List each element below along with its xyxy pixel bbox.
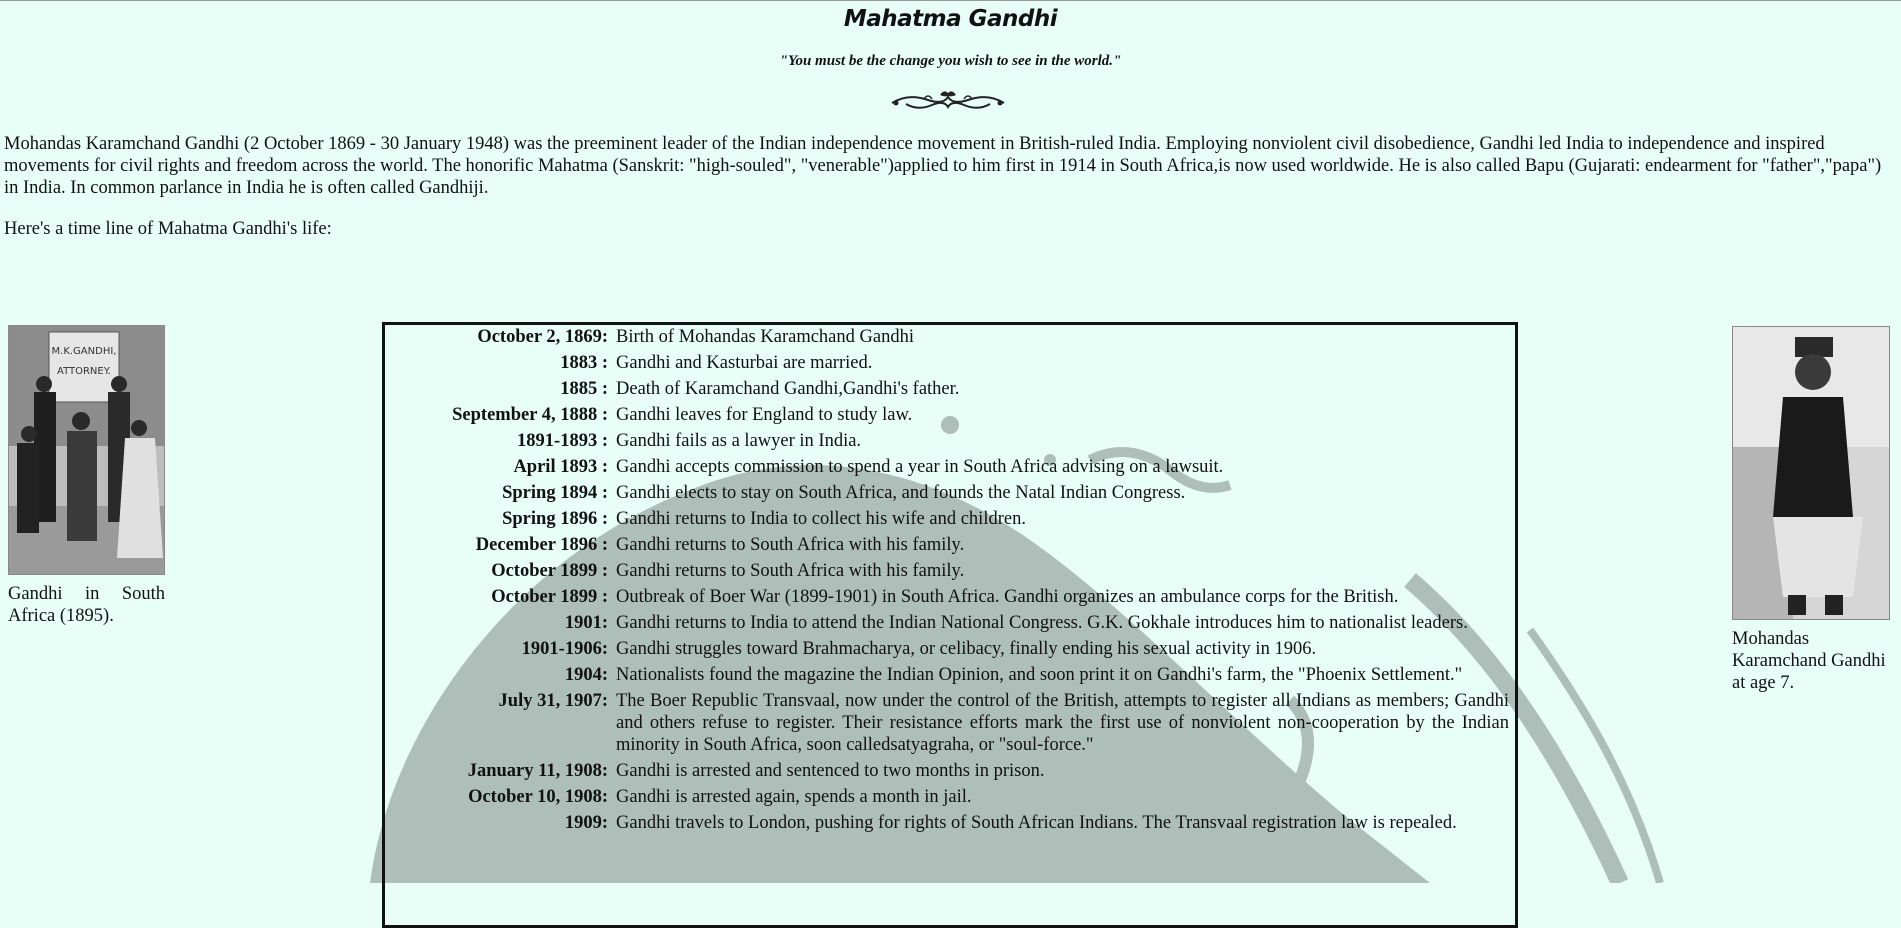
timeline-event: Gandhi and Kasturbai are married. bbox=[616, 353, 873, 373]
intro-paragraph: Mohandas Karamchand Gandhi (2 October 18… bbox=[4, 134, 1882, 198]
timeline-date: 1891-1893 : bbox=[517, 431, 608, 451]
top-border-line bbox=[0, 0, 1901, 1]
timeline-date: December 1896 : bbox=[475, 535, 608, 555]
caption-left: Gandhi in South Africa (1895). bbox=[8, 584, 165, 626]
timeline-date: 1901-1906: bbox=[521, 639, 608, 659]
timeline-event: Gandhi returns to India to collect his w… bbox=[616, 509, 1026, 529]
photo-gandhi-age-seven bbox=[1732, 326, 1890, 620]
timeline-event: Gandhi accepts commission to spend a yea… bbox=[616, 457, 1224, 477]
sign-line-1: M.K.GANDHI, bbox=[52, 346, 117, 357]
ornamental-flourish-icon bbox=[891, 91, 1005, 110]
timeline-date: Spring 1894 : bbox=[502, 483, 608, 503]
timeline-event: Outbreak of Boer War (1899-1901) in Sout… bbox=[616, 587, 1399, 607]
figure-gandhi-age-seven: Mohandas Karamchand Gandhi at age 7. bbox=[1732, 326, 1890, 694]
timeline-date: October 1899 : bbox=[491, 561, 608, 581]
timeline-date: Spring 1896 : bbox=[502, 509, 608, 529]
timeline-row: October 10, 1908: Gandhi is arrested agai… bbox=[385, 785, 1515, 811]
figure-gandhi-south-africa: M.K.GANDHI, ATTORNEY. Gandhi in South Af… bbox=[8, 325, 165, 627]
timeline-date: 1883 : bbox=[560, 353, 608, 373]
timeline-event: Gandhi returns to India to attend the In… bbox=[616, 613, 1468, 633]
page-quote: "You must be the change you wish to see … bbox=[779, 53, 1122, 69]
timeline-row: 1909: Gandhi travels to London, pushing f… bbox=[385, 811, 1515, 837]
timeline-date: 1909: bbox=[564, 813, 608, 833]
timeline-table: October 2, 1869: Birth of Mohandas Karamc… bbox=[385, 325, 1515, 837]
timeline-date: 1904: bbox=[564, 665, 608, 685]
timeline-date: April 1893 : bbox=[513, 457, 608, 477]
timeline-date: 1901: bbox=[564, 613, 608, 633]
timeline-box: October 2, 1869: Birth of Mohandas Karamc… bbox=[382, 322, 1518, 928]
timeline-date: July 31, 1907: bbox=[498, 691, 608, 711]
timeline-row: 1891-1893 : Gandhi fails as a lawyer in I… bbox=[385, 429, 1515, 455]
timeline-date: September 4, 1888 : bbox=[452, 405, 608, 425]
page-title: Mahatma Gandhi bbox=[843, 6, 1058, 32]
timeline-date: January 11, 1908: bbox=[467, 761, 608, 781]
timeline-row: October 1899 : Gandhi returns to South Af… bbox=[385, 559, 1515, 585]
timeline-row: October 2, 1869: Birth of Mohandas Karamc… bbox=[385, 325, 1515, 351]
timeline-event: Gandhi struggles toward Brahmacharya, or… bbox=[616, 639, 1317, 659]
caption-right: Mohandas Karamchand Gandhi at age 7. bbox=[1732, 629, 1886, 693]
timeline-event: Gandhi is arrested and sentenced to two … bbox=[616, 761, 1045, 781]
timeline-row: July 31, 1907: The Boer Republic Transvaa… bbox=[385, 689, 1515, 759]
timeline-row: April 1893 : Gandhi accepts commission to… bbox=[385, 455, 1515, 481]
timeline-row: Spring 1896 : Gandhi returns to India to … bbox=[385, 507, 1515, 533]
timeline-event: Birth of Mohandas Karamchand Gandhi bbox=[616, 327, 914, 347]
timeline-date: October 2, 1869: bbox=[477, 327, 608, 347]
timeline-row: Spring 1894 : Gandhi elects to stay on So… bbox=[385, 481, 1515, 507]
timeline-row: October 1899 : Outbreak of Boer War (1899… bbox=[385, 585, 1515, 611]
timeline-date: October 1899 : bbox=[491, 587, 608, 607]
timeline-event: Gandhi elects to stay on South Africa, a… bbox=[616, 483, 1186, 503]
timeline-row: 1901-1906: Gandhi struggles toward Brahma… bbox=[385, 637, 1515, 663]
timeline-event: Gandhi returns to South Africa with his … bbox=[616, 561, 965, 581]
timeline-event: The Boer Republic Transvaal, now under t… bbox=[616, 691, 1509, 755]
timeline-row: 1885 : Death of Karamchand Gandhi,Gandhi'… bbox=[385, 377, 1515, 403]
timeline-row: 1904: Nationalists found the magazine the… bbox=[385, 663, 1515, 689]
timeline-intro-text: Here's a time line of Mahatma Gandhi's l… bbox=[4, 219, 332, 239]
timeline-row: January 11, 1908: Gandhi is arrested and … bbox=[385, 759, 1515, 785]
timeline-event: Gandhi travels to London, pushing for ri… bbox=[616, 813, 1457, 833]
timeline-date: 1885 : bbox=[560, 379, 608, 399]
photo-gandhi-south-africa: M.K.GANDHI, ATTORNEY. bbox=[8, 325, 165, 575]
timeline-event: Gandhi is arrested again, spends a month… bbox=[616, 787, 972, 807]
timeline-event: Gandhi returns to South Africa with his … bbox=[616, 535, 965, 555]
timeline-row: December 1896 : Gandhi returns to South A… bbox=[385, 533, 1515, 559]
sign-line-2: ATTORNEY. bbox=[57, 366, 111, 377]
timeline-date: October 10, 1908: bbox=[468, 787, 608, 807]
timeline-event: Nationalists found the magazine the Indi… bbox=[616, 665, 1463, 685]
timeline-row: September 4, 1888 : Gandhi leaves for Eng… bbox=[385, 403, 1515, 429]
timeline-event: Death of Karamchand Gandhi,Gandhi's fath… bbox=[616, 379, 960, 399]
timeline-row: 1883 : Gandhi and Kasturbai are married. bbox=[385, 351, 1515, 377]
timeline-event: Gandhi leaves for England to study law. bbox=[616, 405, 913, 425]
timeline-row: 1901: Gandhi returns to India to attend t… bbox=[385, 611, 1515, 637]
timeline-event: Gandhi fails as a lawyer in India. bbox=[616, 431, 862, 451]
